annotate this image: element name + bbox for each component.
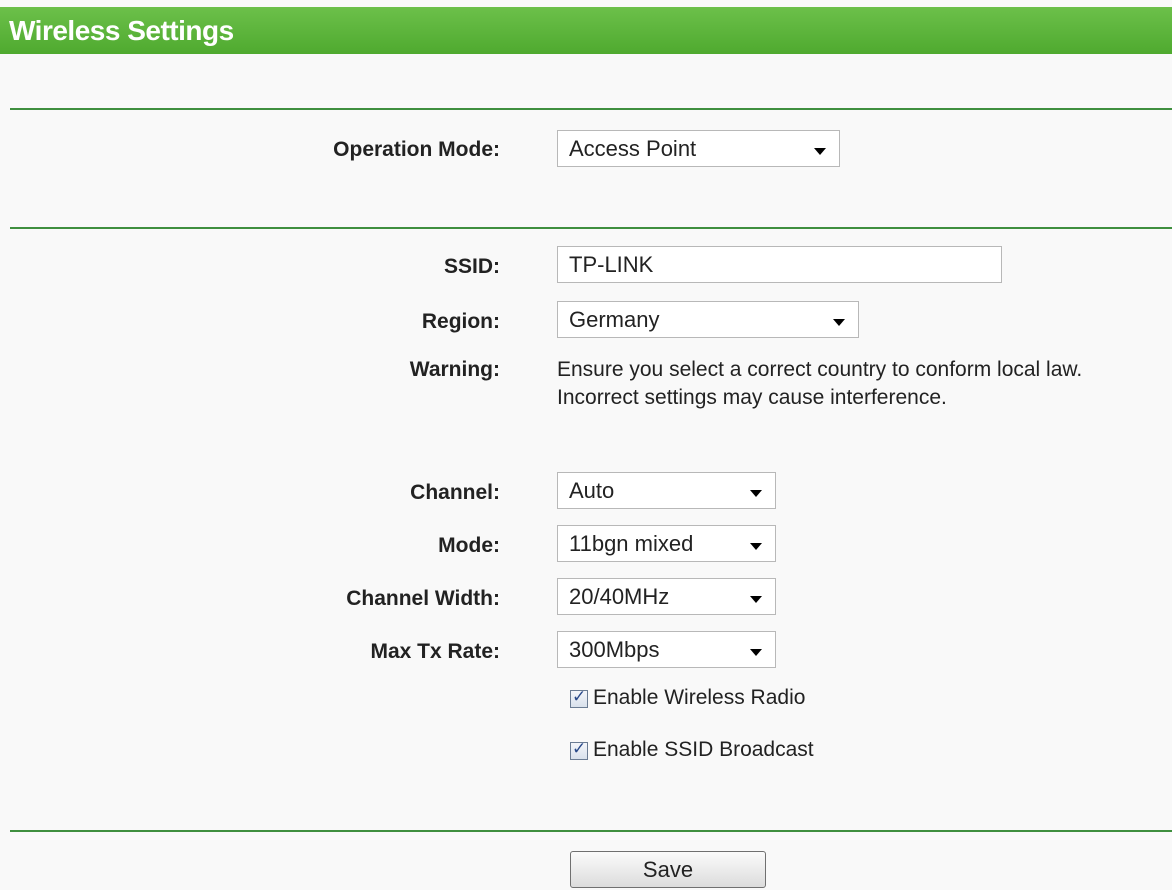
chevron-down-icon [750,490,762,497]
chevron-down-icon [750,649,762,656]
ssid-input[interactable]: TP-LINK [557,246,1002,283]
warning-label: Warning: [409,358,500,381]
region-value: Germany [569,307,660,332]
warning-line-2: Incorrect settings may cause interferenc… [557,386,947,409]
enable-ssid-broadcast-checkbox[interactable]: ✓ [570,739,588,760]
chevron-down-icon [833,319,845,326]
chevron-down-icon [750,543,762,550]
chevron-down-icon [750,596,762,603]
operation-mode-select[interactable]: Access Point [557,130,840,167]
chevron-down-icon [814,148,826,155]
save-button[interactable]: Save [570,851,766,888]
region-select[interactable]: Germany [557,301,859,338]
page-title: Wireless Settings [9,15,234,46]
mode-select[interactable]: 11bgn mixed [557,525,776,562]
section-divider [10,227,1172,229]
checkmark-icon: ✓ [572,687,587,706]
max-tx-rate-label: Max Tx Rate: [370,640,500,663]
channel-width-label: Channel Width: [346,587,500,610]
warning-text: Ensure you select a correct country to c… [557,356,1167,412]
operation-mode-value: Access Point [569,136,697,161]
channel-width-select[interactable]: 20/40MHz [557,578,776,615]
enable-wireless-radio-label[interactable]: Enable Wireless Radio [593,686,805,710]
section-divider [10,830,1172,832]
max-tx-rate-select[interactable]: 300Mbps [557,631,776,668]
channel-select[interactable]: Auto [557,472,776,509]
enable-ssid-broadcast-label[interactable]: Enable SSID Broadcast [593,738,814,762]
mode-label: Mode: [438,534,500,557]
channel-label: Channel: [410,481,500,504]
ssid-label: SSID: [443,255,500,278]
warning-line-1: Ensure you select a correct country to c… [557,358,1083,381]
channel-width-value: 20/40MHz [569,584,670,609]
operation-mode-label: Operation Mode: [333,138,500,161]
ssid-value: TP-LINK [569,252,654,277]
region-label: Region: [421,310,500,333]
channel-value: Auto [569,478,615,503]
mode-value: 11bgn mixed [569,531,694,556]
checkmark-icon: ✓ [572,739,587,758]
max-tx-rate-value: 300Mbps [569,637,660,662]
section-divider [10,108,1172,110]
page-header: Wireless Settings [0,7,1172,54]
enable-wireless-radio-checkbox[interactable]: ✓ [570,687,588,708]
